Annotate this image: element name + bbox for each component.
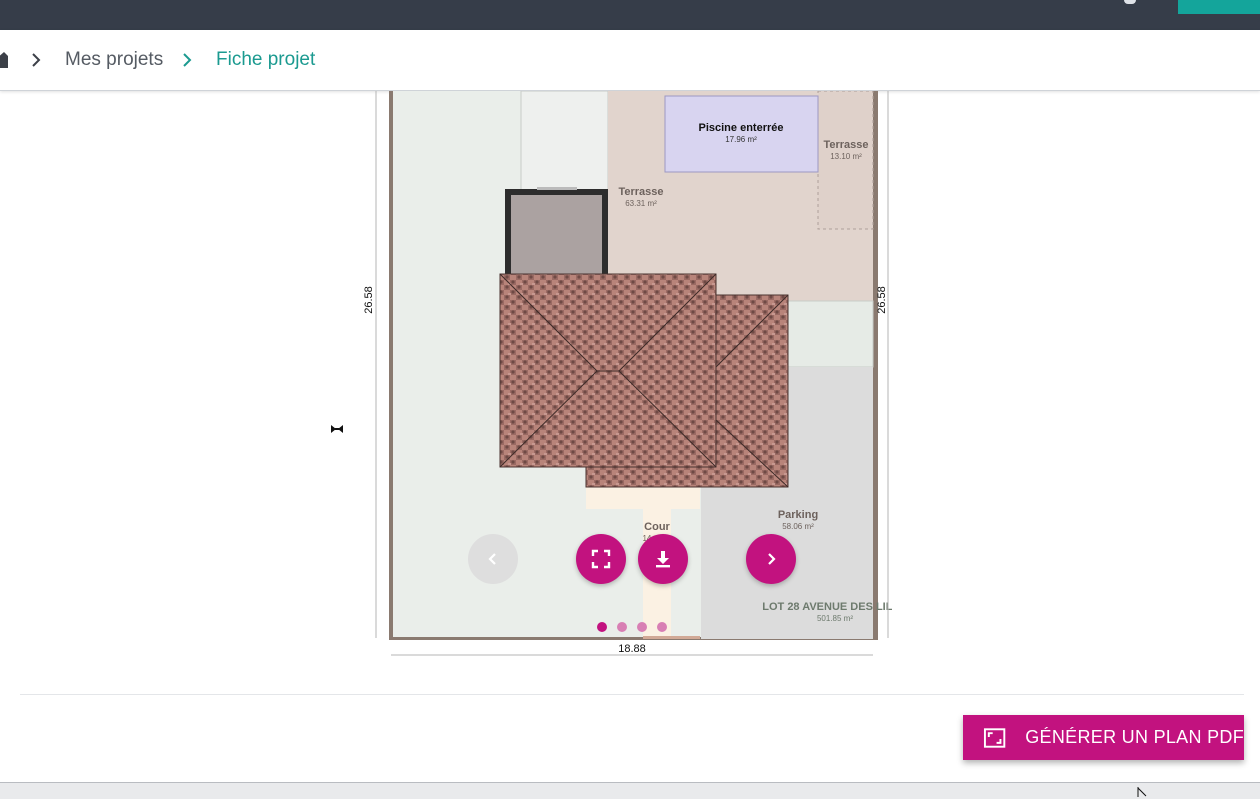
- lawn-patch: [787, 300, 874, 368]
- carousel-dot-3[interactable]: [637, 622, 647, 632]
- fullscreen-icon: [591, 549, 611, 569]
- user-menu-icon[interactable]: [1124, 0, 1136, 4]
- room-label-parking: Parking: [778, 509, 818, 521]
- site-plan: Piscine enterrée 17.96 m² Terrasse 13.10…: [363, 91, 892, 656]
- bottom-scroll-strip: [0, 782, 1260, 799]
- carousel-dot-1[interactable]: [597, 622, 607, 632]
- mouse-cursor-icon: [1137, 787, 1147, 797]
- gate: [643, 636, 700, 639]
- fullscreen-button[interactable]: [576, 534, 626, 584]
- garden-strip: [520, 91, 609, 192]
- pool: [664, 95, 819, 173]
- plan-frame-icon: [983, 727, 1006, 748]
- room-area-parking: 58.06 m²: [782, 522, 814, 531]
- roof-main: [499, 273, 717, 468]
- room-area-terrasse-small: 13.10 m²: [830, 152, 862, 161]
- dimension-left: 26.58: [363, 286, 375, 314]
- room-label-terrasse-main: Terrasse: [618, 186, 663, 198]
- breadcrumb-item-mes-projets[interactable]: Mes projets: [65, 49, 163, 71]
- prev-slide-button[interactable]: [468, 534, 518, 584]
- download-icon: [656, 551, 670, 568]
- dimension-bottom: 18.88: [618, 643, 646, 655]
- lot-label: LOT 28 AVENUE DES LILAS: [762, 601, 892, 613]
- chevron-right-icon: [183, 53, 192, 67]
- breadcrumb-item-fiche-projet: Fiche projet: [216, 49, 316, 70]
- room-label-cour: Cour: [644, 521, 670, 533]
- home-icon[interactable]: [0, 52, 8, 68]
- next-slide-button[interactable]: [746, 534, 796, 584]
- room-area-piscine: 17.96 m²: [725, 135, 757, 144]
- room-label-terrasse-small: Terrasse: [823, 139, 868, 151]
- generate-pdf-label: GÉNÉRER UN PLAN PDF: [1025, 727, 1244, 747]
- chevron-right-icon: [768, 553, 776, 565]
- top-action-button[interactable]: [1178, 0, 1260, 14]
- carousel-dot-2[interactable]: [617, 622, 627, 632]
- resize-handle-icon[interactable]: [331, 425, 343, 433]
- top-app-bar: [0, 0, 1260, 30]
- chevron-left-icon: [488, 553, 496, 565]
- carousel-dot-4[interactable]: [657, 622, 667, 632]
- section-divider: [20, 694, 1244, 695]
- lot-area: 501.85 m²: [817, 614, 853, 623]
- download-button[interactable]: [638, 534, 688, 584]
- generate-pdf-button[interactable]: GÉNÉRER UN PLAN PDF: [963, 715, 1244, 760]
- room-label-piscine: Piscine enterrée: [699, 122, 784, 134]
- room-area-terrasse-main: 63.31 m²: [625, 199, 657, 208]
- breadcrumb: Mes projets Fiche projet: [0, 30, 1260, 91]
- chevron-right-icon: [32, 53, 41, 67]
- dimension-right: 26.58: [876, 286, 888, 314]
